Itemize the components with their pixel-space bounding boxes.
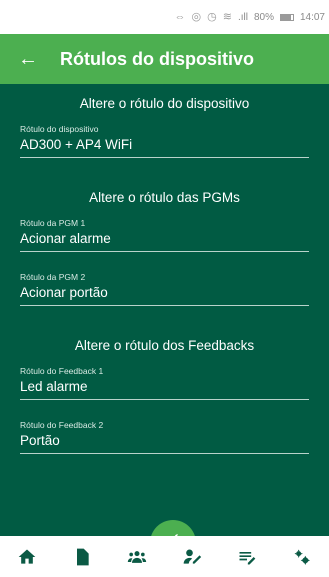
home-icon <box>19 549 36 564</box>
device-label-field[interactable]: Rótulo do dispositivo AD300 + AP4 WiFi <box>0 124 329 158</box>
field-underline <box>20 157 309 158</box>
labels-form: Altere o rótulo do dispositivo Rótulo do… <box>0 84 329 536</box>
back-arrow-icon[interactable]: ← <box>0 48 56 71</box>
pgm1-label-caption: Rótulo da PGM 1 <box>20 218 86 228</box>
field-underline <box>20 399 309 400</box>
nav-user-edit[interactable] <box>172 539 212 575</box>
pgm2-label-field[interactable]: Rótulo da PGM 2 Acionar portão <box>0 272 329 306</box>
wifi-icon: ≋ <box>222 10 232 23</box>
vibrate-icon: ⇔ <box>174 10 186 23</box>
device-label-caption: Rótulo do dispositivo <box>20 124 99 134</box>
pgm2-label-input[interactable]: Acionar portão <box>20 283 309 303</box>
nav-users[interactable] <box>117 539 157 575</box>
pgm2-label-caption: Rótulo da PGM 2 <box>20 272 86 282</box>
nav-documents[interactable] <box>62 539 102 575</box>
pgm1-label-field[interactable]: Rótulo da PGM 1 Acionar alarme <box>0 218 329 252</box>
feedback2-label-input[interactable]: Portão <box>20 431 309 451</box>
device-section-title: Altere o rótulo do dispositivo <box>79 96 250 111</box>
pgm-section-title: Altere o rótulo das PGMs <box>89 190 240 205</box>
app-bar: ← Rótulos do dispositivo <box>0 34 329 84</box>
field-underline <box>20 251 309 252</box>
users-icon <box>127 550 147 563</box>
status-bar: ⇔ ◎ ◷ ≋ .ıll 80% 14:07 <box>0 0 329 34</box>
battery-icon <box>279 13 294 21</box>
device-label-input[interactable]: AD300 + AP4 WiFi <box>20 135 309 155</box>
page-title: Rótulos do dispositivo <box>60 48 254 69</box>
feedback-section-title: Altere o rótulo dos Feedbacks <box>74 338 255 353</box>
feedback1-label-input[interactable]: Led alarme <box>20 377 309 397</box>
bottom-navigation <box>0 536 329 577</box>
document-icon <box>77 548 89 565</box>
feedback2-label-caption: Rótulo do Feedback 2 <box>20 420 104 430</box>
nav-settings[interactable] <box>282 539 322 575</box>
alarm-icon: ◷ <box>207 10 217 23</box>
feedback2-label-field[interactable]: Rótulo do Feedback 2 Portão <box>0 420 329 454</box>
nav-home[interactable] <box>7 539 47 575</box>
clock: 14:07 <box>299 11 325 23</box>
feedback1-label-field[interactable]: Rótulo do Feedback 1 Led alarme <box>0 366 329 400</box>
signal-indicator: .ıll <box>237 11 248 23</box>
battery-percent: 80% <box>253 11 274 23</box>
field-underline <box>20 305 309 306</box>
field-underline <box>20 453 309 454</box>
feedback1-label-caption: Rótulo do Feedback 1 <box>20 366 104 376</box>
settings-icon <box>294 549 310 565</box>
list-edit-icon <box>239 551 256 564</box>
nav-list-edit[interactable] <box>227 539 267 575</box>
user-edit-icon <box>183 549 202 564</box>
sync-icon: ◎ <box>191 10 202 23</box>
pgm1-label-input[interactable]: Acionar alarme <box>20 229 309 249</box>
